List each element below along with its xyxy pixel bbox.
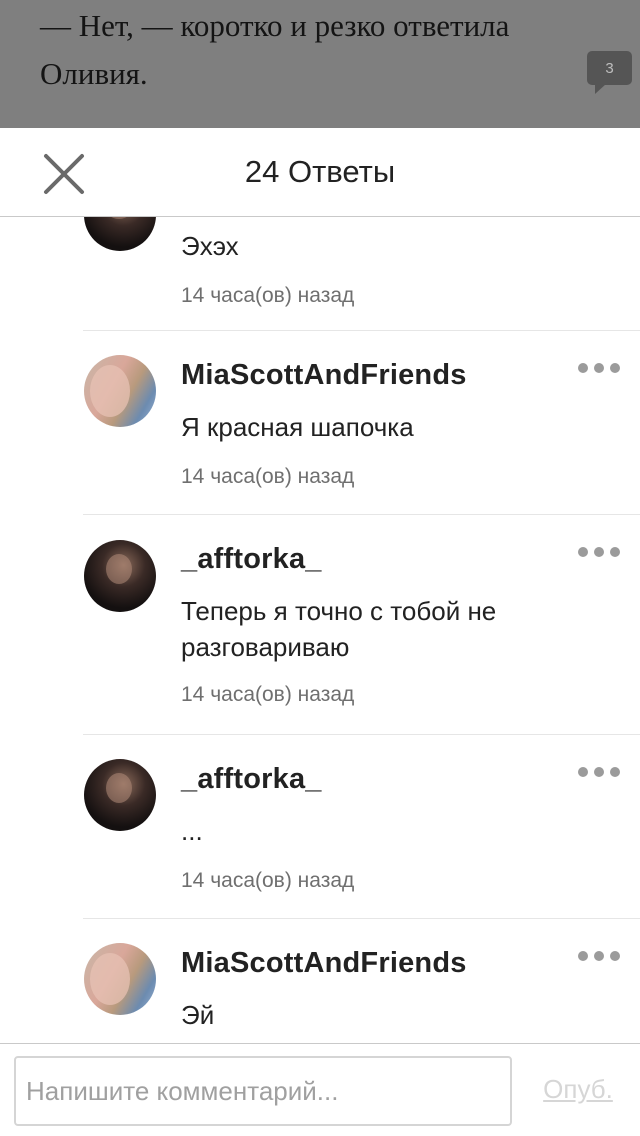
reply-text: ... [181, 816, 203, 846]
reply-timestamp: 14 часа(ов) назад [181, 869, 355, 892]
dot-icon [594, 363, 604, 373]
story-background: — Нет, — коротко и резко ответила Оливия… [0, 0, 640, 128]
more-options-button[interactable] [578, 946, 620, 966]
dot-icon [578, 767, 588, 777]
avatar[interactable] [84, 759, 156, 831]
dot-icon [610, 363, 620, 373]
dot-icon [610, 951, 620, 961]
comment-input[interactable] [14, 1056, 512, 1126]
reply-timestamp: 14 часа(ов) назад [181, 284, 355, 307]
reply-text: Эй [181, 1000, 215, 1030]
reply-author[interactable]: _afftorka_ [181, 541, 322, 577]
dot-icon [578, 363, 588, 373]
reply-text: Теперь я точно с тобой не разговариваю [181, 596, 497, 662]
dot-icon [610, 547, 620, 557]
avatar[interactable] [84, 540, 156, 612]
dot-icon [594, 547, 604, 557]
reply-item: _afftorka_ ... 14 часа(ов) назад [83, 735, 640, 919]
reply-text: Эхэх [181, 231, 239, 261]
reply-item: _afftorka_ Теперь я точно с тобой не раз… [83, 515, 640, 735]
reply-timestamp: 14 часа(ов) назад [181, 683, 355, 706]
reply-item: Эхэх 14 часа(ов) назад [83, 217, 640, 331]
reply-author[interactable]: MiaScottAndFriends [181, 357, 467, 393]
dot-icon [578, 951, 588, 961]
more-options-button[interactable] [578, 358, 620, 378]
replies-header: 24 Ответы [0, 128, 640, 217]
dot-icon [594, 767, 604, 777]
avatar[interactable] [84, 355, 156, 427]
dot-icon [594, 951, 604, 961]
more-options-button[interactable] [578, 542, 620, 562]
dot-icon [578, 547, 588, 557]
publish-button[interactable]: Опуб. [530, 1074, 626, 1110]
dot-icon [610, 767, 620, 777]
reply-item: MiaScottAndFriends Я красная шапочка 14 … [83, 331, 640, 515]
replies-title: 24 Ответы [244, 154, 396, 189]
reply-list[interactable]: Эхэх 14 часа(ов) назад MiaScottAndFriend… [0, 217, 640, 1043]
story-paragraph: — Нет, — коротко и резко ответила Оливия… [40, 8, 510, 91]
comment-composer: Опуб. [0, 1043, 640, 1136]
reply-text: Я красная шапочка [181, 412, 414, 442]
avatar[interactable] [84, 943, 156, 1015]
reply-timestamp: 14 часа(ов) назад [181, 465, 355, 488]
paragraph-comment-count-badge[interactable]: 3 [587, 51, 632, 94]
replies-sheet: 24 Ответы Эхэх 14 часа(ов) назад MiaScot… [0, 128, 640, 1136]
reply-item: MiaScottAndFriends Эй [83, 919, 640, 1043]
reply-author[interactable]: MiaScottAndFriends [181, 945, 467, 981]
avatar[interactable] [84, 217, 156, 251]
reply-author[interactable]: _afftorka_ [181, 761, 322, 797]
more-options-button[interactable] [578, 762, 620, 782]
